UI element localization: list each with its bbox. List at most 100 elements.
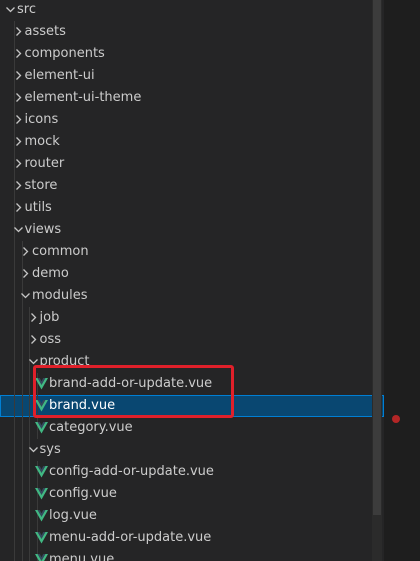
chevron-down-icon[interactable]: [10, 219, 26, 241]
tree-folder-item[interactable]: demo: [0, 263, 384, 285]
tree-folder-item[interactable]: product: [0, 351, 384, 373]
tree-folder-item[interactable]: element-ui-theme: [0, 87, 384, 109]
file-explorer-tree: src assets components element-ui element-ui-…: [0, 0, 420, 561]
indent-guide: [14, 549, 15, 561]
indent-guide: [29, 549, 30, 561]
tree-item-label: config.vue: [49, 486, 117, 501]
chevron-down-icon[interactable]: [2, 0, 18, 21]
tree-item-label: demo: [32, 266, 69, 281]
indent-guide: [14, 439, 15, 461]
chevron-right-icon[interactable]: [25, 329, 41, 351]
tree-item-label: assets: [24, 24, 66, 39]
indent-guide: [21, 351, 23, 373]
tree-file-item[interactable]: category.vue: [0, 417, 384, 439]
tree-item-label: category.vue: [49, 420, 133, 435]
tree-folder-item[interactable]: mock: [0, 131, 384, 153]
tree-item-label: common: [32, 244, 89, 259]
tree-folder-item[interactable]: assets: [0, 21, 384, 43]
tree-folder-item[interactable]: store: [0, 175, 384, 197]
chevron-right-icon[interactable]: [10, 87, 26, 109]
indent-guide: [21, 461, 23, 483]
tree-folder-item[interactable]: job: [0, 307, 384, 329]
tree-file-item[interactable]: log.vue: [0, 505, 384, 527]
indent-guide: [14, 329, 15, 351]
chevron-down-icon[interactable]: [17, 285, 33, 307]
tree-item-label: mock: [24, 134, 60, 149]
indent-guide: [29, 505, 30, 527]
tree-item-label: utils: [24, 200, 52, 215]
tree-item-label: element-ui: [24, 68, 95, 83]
tree-file-item[interactable]: brand-add-or-update.vue: [0, 373, 384, 395]
chevron-right-icon[interactable]: [10, 175, 26, 197]
tree-item-label: menu-add-or-update.vue: [49, 530, 212, 545]
tree-folder-item[interactable]: element-ui: [0, 65, 384, 87]
indent-guide: [14, 285, 15, 307]
chevron-down-icon[interactable]: [25, 351, 41, 373]
indent-guide: [14, 241, 15, 263]
tree-item-label: components: [24, 46, 105, 61]
tree-folder-item[interactable]: modules: [0, 285, 384, 307]
indent-guide: [21, 527, 23, 549]
indent-guide: [14, 395, 15, 417]
chevron-right-icon[interactable]: [10, 21, 26, 43]
indent-guide: [14, 263, 15, 285]
chevron-right-icon[interactable]: [10, 197, 26, 219]
chevron-right-icon[interactable]: [10, 65, 26, 87]
chevron-right-icon[interactable]: [10, 43, 26, 65]
tree-folder-item[interactable]: common: [0, 241, 384, 263]
tree-item-label: brand-add-or-update.vue: [49, 376, 213, 391]
chevron-right-icon[interactable]: [17, 241, 33, 263]
tree-item-label: element-ui-theme: [24, 90, 142, 105]
tree-file-item[interactable]: menu.vue: [0, 549, 384, 561]
scrollbar-thumb[interactable]: [373, 0, 381, 515]
tree-item-label: sys: [39, 442, 61, 457]
tree-item-label: menu.vue: [49, 552, 115, 561]
tree-folder-item[interactable]: router: [0, 153, 384, 175]
indent-guide: [21, 439, 23, 461]
chevron-down-icon[interactable]: [25, 439, 41, 461]
tree-item-label: router: [24, 156, 65, 171]
tree-file-item[interactable]: config-add-or-update.vue: [0, 461, 384, 483]
tree-item-label: views: [24, 222, 62, 237]
tree-item-label: log.vue: [49, 508, 97, 523]
tree-item-label: oss: [39, 332, 62, 347]
tree-item-label: icons: [24, 112, 59, 127]
vue-file-icon: [34, 395, 50, 417]
indent-guide: [21, 329, 23, 351]
vue-file-icon: [34, 373, 50, 395]
vue-file-icon: [34, 527, 50, 549]
tree-folder-item[interactable]: sys: [0, 439, 384, 461]
tree-folder-item[interactable]: utils: [0, 197, 384, 219]
tree-item-label: modules: [32, 288, 88, 303]
indent-guide: [14, 417, 15, 439]
tree-file-item[interactable]: menu-add-or-update.vue: [0, 527, 384, 549]
tree-item-label: brand.vue: [49, 398, 116, 413]
vue-file-icon: [34, 417, 50, 439]
tree-folder-item[interactable]: icons: [0, 109, 384, 131]
tree-file-item[interactable]: config.vue: [0, 483, 384, 505]
tree-folder-item[interactable]: views: [0, 219, 384, 241]
indent-guide: [29, 483, 30, 505]
indent-guide: [21, 373, 23, 395]
indent-guide: [14, 483, 15, 505]
tree-folder-item[interactable]: components: [0, 43, 384, 65]
indent-guide: [21, 417, 23, 439]
chevron-right-icon[interactable]: [10, 109, 26, 131]
chevron-right-icon[interactable]: [17, 263, 33, 285]
chevron-right-icon[interactable]: [25, 307, 41, 329]
vue-file-icon: [34, 505, 50, 527]
indent-guide: [21, 483, 23, 505]
tree-file-item[interactable]: brand.vue: [0, 395, 384, 417]
indent-guide: [14, 351, 15, 373]
tree-folder-item[interactable]: oss: [0, 329, 384, 351]
indent-guide: [21, 549, 23, 561]
chevron-right-icon[interactable]: [10, 153, 26, 175]
indent-guide: [14, 373, 15, 395]
chevron-right-icon[interactable]: [10, 131, 26, 153]
indent-guide: [21, 395, 23, 417]
tree-folder-item[interactable]: src: [0, 0, 384, 21]
tree-item-label: config-add-or-update.vue: [49, 464, 214, 479]
vue-file-icon: [34, 483, 50, 505]
tree-item-label: product: [39, 354, 90, 369]
breakpoint-icon[interactable]: [392, 415, 400, 423]
